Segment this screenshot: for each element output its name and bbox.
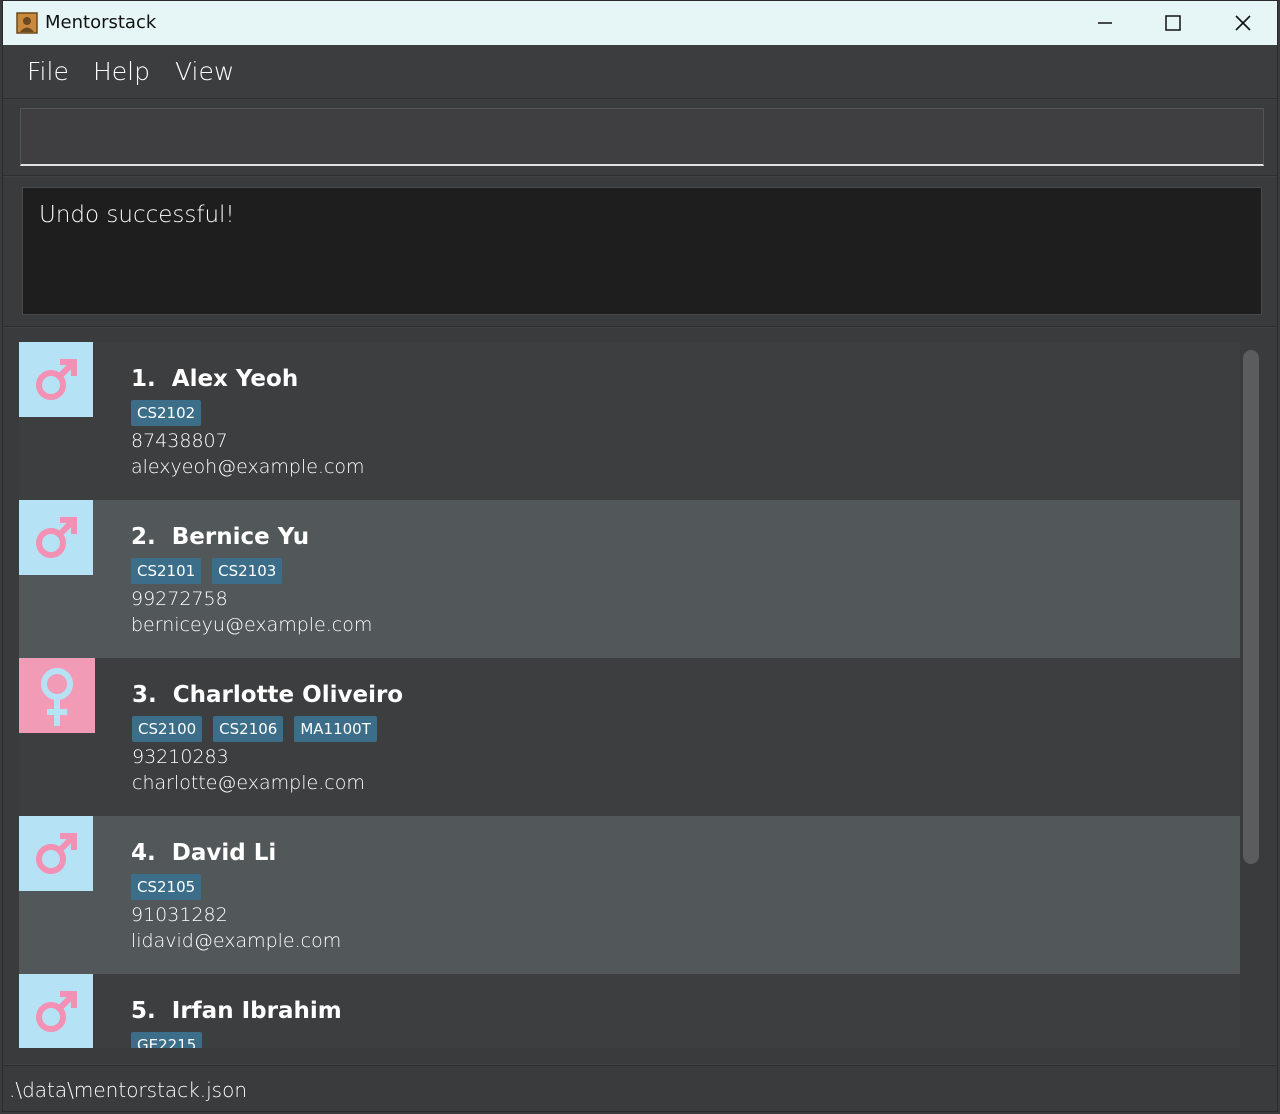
- tag: CS2106: [213, 716, 284, 742]
- person-index: 1.: [131, 366, 156, 392]
- person-card[interactable]: 5. Irfan Ibrahim GE2215: [19, 974, 1240, 1048]
- list-scrollbar[interactable]: [1243, 350, 1259, 864]
- minimize-icon: [1098, 22, 1112, 24]
- tag-list: CS2105: [131, 874, 202, 900]
- window-title: Mentorstack: [45, 12, 157, 33]
- person-phone: 87438807: [131, 430, 228, 452]
- tag-list: CS2101 CS2103: [131, 558, 283, 584]
- app-window: Mentorstack File Help View Undo successf…: [2, 0, 1278, 1112]
- tag: GE2215: [131, 1032, 203, 1048]
- male-icon: [36, 832, 77, 874]
- person-email: charlotte@example.com: [132, 772, 365, 794]
- command-input[interactable]: [20, 108, 1264, 166]
- tag: CS2102: [131, 400, 202, 426]
- person-name-text: Charlotte Oliveiro: [172, 682, 404, 708]
- male-icon: [36, 358, 77, 400]
- avatar: [19, 974, 93, 1048]
- person-name: 2. Bernice Yu: [131, 524, 309, 550]
- person-phone: 91031282: [131, 904, 228, 926]
- app-icon: [16, 12, 38, 34]
- avatar: [19, 816, 93, 891]
- person-list-panel: 1. Alex Yeoh CS2102 87438807 alexyeoh@ex…: [3, 328, 1277, 1064]
- person-email: berniceyu@example.com: [131, 614, 373, 636]
- close-icon: [1235, 15, 1251, 31]
- result-display[interactable]: Undo successful!: [22, 187, 1262, 315]
- result-display-panel: Undo successful!: [3, 177, 1277, 327]
- person-email: alexyeoh@example.com: [131, 456, 365, 478]
- person-name: 5. Irfan Ibrahim: [131, 998, 342, 1024]
- save-location: .\data\mentorstack.json: [9, 1078, 247, 1102]
- person-card[interactable]: 4. David Li CS2105 91031282 lidavid@exam…: [19, 816, 1240, 974]
- female-icon: [41, 667, 73, 726]
- person-phone: 93210283: [132, 746, 229, 768]
- tag-list: CS2102: [131, 400, 202, 426]
- person-card[interactable]: 3. Charlotte Oliveiro CS2100 CS2106 MA11…: [19, 658, 1240, 816]
- person-name: 1. Alex Yeoh: [131, 366, 298, 392]
- menu-view[interactable]: View: [175, 57, 234, 86]
- close-button[interactable]: [1209, 1, 1277, 45]
- tag: CS2101: [131, 558, 202, 584]
- title-bar[interactable]: Mentorstack: [3, 1, 1277, 45]
- maximize-button[interactable]: [1139, 1, 1207, 45]
- command-box-panel: [3, 100, 1277, 176]
- minimize-button[interactable]: [1071, 1, 1139, 45]
- tag: MA1100T: [294, 716, 377, 742]
- person-index: 4.: [131, 840, 156, 866]
- person-list[interactable]: 1. Alex Yeoh CS2102 87438807 alexyeoh@ex…: [19, 342, 1240, 1048]
- person-index: 3.: [132, 682, 157, 708]
- maximize-icon: [1165, 15, 1181, 31]
- person-name-text: Bernice Yu: [171, 524, 310, 550]
- person-phone: 99272758: [131, 588, 228, 610]
- person-index: 5.: [131, 998, 156, 1024]
- person-index: 2.: [131, 524, 156, 550]
- menu-help[interactable]: Help: [93, 57, 150, 86]
- person-name: 3. Charlotte Oliveiro: [132, 682, 403, 708]
- person-name: 4. David Li: [131, 840, 276, 866]
- male-icon: [36, 516, 77, 558]
- person-email: lidavid@example.com: [131, 930, 342, 952]
- menu-file[interactable]: File: [27, 57, 69, 86]
- person-name-text: David Li: [171, 840, 277, 866]
- status-bar: .\data\mentorstack.json: [3, 1065, 1277, 1111]
- tag: CS2100: [132, 716, 203, 742]
- male-icon: [36, 990, 77, 1032]
- avatar: [19, 500, 93, 575]
- tag-list: CS2100 CS2106 MA1100T: [132, 716, 377, 742]
- menu-bar: File Help View: [3, 45, 1277, 99]
- avatar: [19, 342, 93, 417]
- tag: CS2105: [131, 874, 202, 900]
- person-name-text: Alex Yeoh: [171, 366, 299, 392]
- tag-list: GE2215: [131, 1032, 203, 1048]
- avatar: [19, 658, 95, 733]
- person-card[interactable]: 2. Bernice Yu CS2101 CS2103 99272758 ber…: [19, 500, 1240, 658]
- person-name-text: Irfan Ibrahim: [171, 998, 342, 1024]
- tag: CS2103: [212, 558, 283, 584]
- person-card[interactable]: 1. Alex Yeoh CS2102 87438807 alexyeoh@ex…: [19, 342, 1240, 500]
